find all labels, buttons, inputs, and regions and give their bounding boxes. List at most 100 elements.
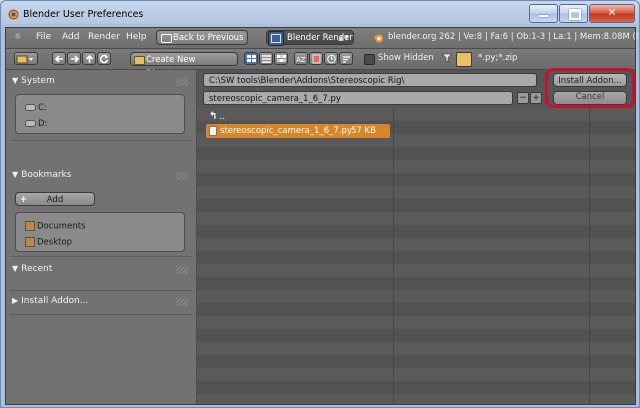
filter-funnel-icon[interactable] <box>442 53 452 63</box>
collapse-triangle-icon: ▼ <box>12 170 19 179</box>
forward-arrow-button[interactable] <box>67 52 81 65</box>
system-section-header[interactable]: ▼ System <box>12 76 55 86</box>
menu-add[interactable]: Add <box>62 32 79 42</box>
sort-size-icon <box>343 56 350 63</box>
maximize-button[interactable] <box>559 4 588 23</box>
drag-grip-icon[interactable] <box>176 78 188 86</box>
bookmark-documents[interactable]: Documents <box>25 221 85 232</box>
sort-time-icon <box>327 54 336 64</box>
drag-grip-icon[interactable] <box>176 266 188 274</box>
long-list-icon <box>262 55 271 63</box>
drag-grip-icon[interactable] <box>176 172 188 180</box>
disk-icon <box>25 120 36 127</box>
display-thumbnails-button[interactable] <box>274 52 288 65</box>
directory-path-field[interactable]: C:\SW tools\Blender\Addons\Stereoscopic … <box>203 73 537 87</box>
refresh-button[interactable] <box>97 52 111 65</box>
display-long-list-button[interactable] <box>259 52 273 65</box>
recent-section-header[interactable]: ▼ Recent <box>12 264 52 274</box>
file-size: 57 KB <box>351 126 376 136</box>
file-name: stereoscopic_camera_1_6_7.py <box>220 126 352 136</box>
blender-app-icon <box>8 9 19 20</box>
close-button[interactable]: ✕ <box>589 4 635 23</box>
collapse-triangle-icon: ▼ <box>12 76 19 85</box>
file-browser-editor-button[interactable] <box>14 52 38 65</box>
add-bookmark-button[interactable]: + Add <box>15 192 95 206</box>
sort-ext-button[interactable] <box>309 52 323 65</box>
drive-label: D: <box>38 119 48 129</box>
parent-directory-row[interactable]: ↰.. <box>209 111 225 122</box>
drive-c[interactable]: C: <box>25 103 47 113</box>
bookmark-icon <box>25 237 35 247</box>
file-browser-sidebar: ▼ System C: D: ▼ Bookmarks + Add Documents… <box>6 70 197 404</box>
parent-dir-button[interactable] <box>82 52 96 65</box>
layout-icon[interactable] <box>268 31 284 46</box>
file-browser-icon <box>16 55 33 64</box>
minimize-button[interactable] <box>529 4 558 23</box>
bookmarks-section-header[interactable]: ▼ Bookmarks <box>12 170 71 180</box>
annotation-highlight <box>545 68 635 108</box>
info-header: ☼ File Add Render Help Back to Previous … <box>6 28 639 49</box>
bookmark-icon <box>25 221 35 231</box>
filter-folder-toggle[interactable] <box>456 52 472 67</box>
bookmarks-section-label: Bookmarks <box>21 170 72 180</box>
show-hidden-checkbox[interactable] <box>364 54 375 65</box>
sort-extension-icon <box>312 54 321 64</box>
decrement-filename-button[interactable]: − <box>517 92 529 104</box>
back-to-previous-button[interactable]: Back to Previous <box>156 30 248 45</box>
bookmark-desktop[interactable]: Desktop <box>25 237 72 248</box>
sort-alpha-button[interactable]: AZ <box>294 52 308 65</box>
arrow-up-icon <box>85 54 94 63</box>
drive-d[interactable]: D: <box>25 119 47 129</box>
updown-arrows-icon: ▲▼ <box>338 34 349 42</box>
display-short-list-button[interactable] <box>244 52 258 65</box>
blender-logo-icon <box>373 34 383 43</box>
section-divider <box>10 290 192 291</box>
scene-stats: blender.org 262 | Ve:8 | Fa:6 | Ob:1-3 |… <box>388 32 640 42</box>
file-list: ↰.. stereoscopic_camera_1_6_7.py 57 KB <box>197 108 635 404</box>
expand-triangle-icon: ▶ <box>12 296 19 305</box>
section-divider <box>10 140 192 141</box>
arrow-left-icon <box>54 55 63 63</box>
short-list-icon <box>247 55 256 62</box>
sort-time-button[interactable] <box>324 52 338 65</box>
parent-directory-label: .. <box>219 112 226 122</box>
recent-section-label: Recent <box>21 264 53 274</box>
parent-arrow-icon: ↰ <box>209 111 218 122</box>
menu-file[interactable]: File <box>36 32 51 42</box>
section-divider <box>10 256 192 257</box>
column-separator <box>589 108 590 404</box>
filename-field[interactable]: stereoscopic_camera_1_6_7.py <box>203 91 513 105</box>
disk-icon <box>25 104 36 111</box>
close-icon: ✕ <box>607 6 617 19</box>
file-row-selected[interactable]: stereoscopic_camera_1_6_7.py 57 KB <box>206 124 390 138</box>
section-divider <box>10 314 192 315</box>
bookmark-label: Documents <box>37 221 86 232</box>
maximize-icon <box>569 9 581 20</box>
back-arrow-button[interactable] <box>52 52 66 65</box>
drag-grip-icon[interactable] <box>176 298 188 306</box>
system-section-label: System <box>21 76 55 86</box>
minimize-icon <box>539 15 548 17</box>
new-folder-icon <box>134 56 145 65</box>
menu-help[interactable]: Help <box>126 32 147 42</box>
add-bookmark-label: Add <box>46 195 64 205</box>
file-browser-header: Create New Directory AZ <box>6 49 635 79</box>
thumbnails-icon <box>277 55 286 62</box>
filter-extension-field[interactable]: *.py;*.zip <box>478 53 517 63</box>
refresh-icon <box>99 54 109 64</box>
menu-render[interactable]: Render <box>88 32 120 42</box>
sort-size-button[interactable] <box>339 52 353 65</box>
increment-filename-button[interactable]: + <box>530 92 542 104</box>
title-bar: Blender User Preferences ✕ <box>1 1 639 27</box>
back-to-previous-label: Back to Previous <box>173 33 244 43</box>
install-addon-panel-label: Install Addon... <box>21 296 89 306</box>
create-new-directory-button[interactable]: Create New Directory <box>130 52 238 79</box>
editor-type-icon[interactable]: ☼ <box>14 32 28 43</box>
arrow-right-icon <box>71 55 80 63</box>
sort-alpha-icon: AZ <box>296 56 306 64</box>
show-hidden-label: Show Hidden <box>378 53 434 63</box>
install-addon-panel-header[interactable]: ▶ Install Addon... <box>12 296 88 306</box>
file-browser-main: C:\SW tools\Blender\Addons\Stereoscopic … <box>197 68 635 404</box>
collapse-triangle-icon: ▼ <box>12 264 19 273</box>
system-drive-list: C: D: <box>15 94 185 134</box>
